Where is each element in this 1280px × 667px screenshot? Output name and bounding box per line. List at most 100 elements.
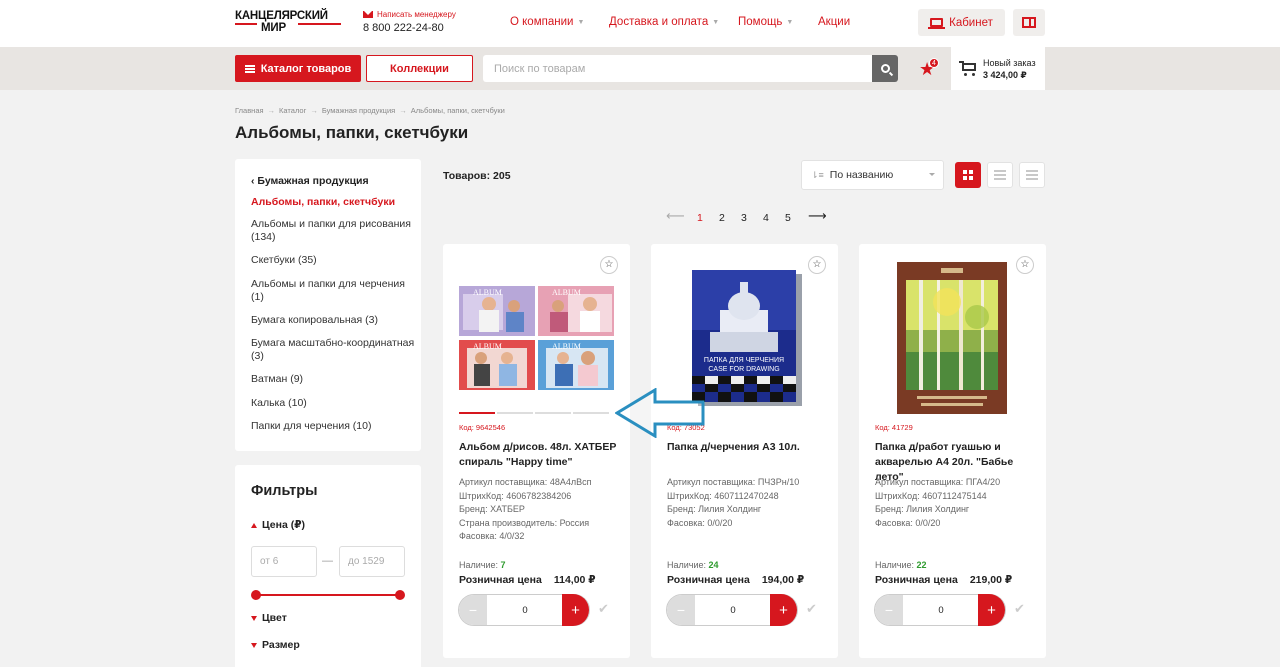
product-name[interactable]: Папка д/черчения А3 10л. (667, 440, 827, 455)
product-name[interactable]: Альбом д/рисов. 48л. ХАТБЕР спираль "Hap… (459, 440, 619, 470)
pagination-page[interactable]: 1 (697, 212, 703, 224)
nav-delivery[interactable]: Доставка и оплата ▼ (609, 16, 719, 28)
sidebar-item-drafting-folders[interactable]: Папки для черчения (10) (251, 420, 416, 433)
sidebar-item-drawing-albums[interactable]: Альбомы и папки для рисования (134) (251, 218, 416, 244)
view-grid-button[interactable] (955, 162, 981, 188)
breadcrumb: Главная → Каталог → Бумажная продукция →… (235, 106, 505, 115)
sidebar-item-tracing-paper[interactable]: Калька (10) (251, 397, 416, 410)
cabinet-label: Кабинет (949, 16, 993, 29)
pagination-page[interactable]: 2 (719, 212, 725, 224)
price-value: 219,00 ₽ (969, 574, 1013, 586)
image-carousel-indicator[interactable] (459, 412, 609, 414)
sidebar-item-albums-folders[interactable]: Альбомы, папки, скетчбуки (251, 196, 416, 209)
attr-country: Страна производитель: Россия (459, 517, 590, 528)
nav-promos[interactable]: Акции (818, 16, 850, 28)
pagination-page[interactable]: 3 (741, 212, 747, 224)
view-list-button[interactable] (987, 162, 1013, 188)
catalog-button[interactable]: Каталог товаров (235, 55, 361, 82)
quantity-increase-button[interactable]: + (770, 594, 797, 626)
pagination-page[interactable]: 4 (763, 212, 769, 224)
sidebar-toggle-button[interactable] (1013, 9, 1045, 36)
attr-barcode: ШтрихКод: 4607112470248 (667, 490, 779, 501)
breadcrumb-catalog[interactable]: Каталог (279, 106, 306, 115)
search-input[interactable] (483, 55, 872, 82)
quantity-stepper: − + (874, 594, 1006, 626)
write-manager-label: Написать менеджеру (377, 10, 456, 19)
album-cover-text: ALBUM (552, 342, 581, 351)
attr-barcode: ШтрихКод: 4606782384206 (459, 490, 572, 501)
folder-title-en: CASE FOR DRAWING (708, 366, 779, 373)
filter-color-toggle[interactable]: Цвет (251, 612, 287, 624)
search-button[interactable] (872, 55, 898, 82)
quantity-increase-button[interactable]: + (978, 594, 1005, 626)
checkmark-icon[interactable]: ✔ (806, 601, 817, 617)
quantity-stepper: − + (666, 594, 798, 626)
quantity-input[interactable] (695, 595, 771, 625)
logo-bar (298, 23, 341, 25)
nav-help[interactable]: Помощь ▼ (738, 16, 793, 28)
product-image[interactable]: ПАПКА ДЛЯ ЧЕРЧЕНИЯ CASE FOR DRAWING (690, 268, 802, 408)
price-from-input[interactable] (251, 546, 317, 577)
attr-brand: Бренд: ХАТБЕР (459, 504, 525, 515)
sidebar-item-whatman[interactable]: Ватман (9) (251, 373, 416, 386)
checkmark-icon[interactable]: ✔ (598, 601, 609, 617)
quantity-input[interactable] (487, 595, 563, 625)
nav-help-label: Помощь (738, 16, 783, 28)
cart-total: 3 424,00 ₽ (983, 70, 1027, 80)
price-label: Розничная цена (459, 574, 542, 586)
quantity-decrease-button[interactable]: − (667, 595, 695, 625)
price-range-separator: — (322, 555, 333, 567)
product-image[interactable]: ALBUM ALBUM ALBUM ALBUM (459, 286, 614, 390)
envelope-icon (363, 11, 373, 18)
nav-promos-label: Акции (818, 16, 851, 28)
favorite-star-icon[interactable]: ☆ (1016, 256, 1034, 274)
sidebar-back-link[interactable]: ‹ Бумажная продукция (251, 175, 416, 188)
price-row: Розничная цена 194,00 ₽ (667, 574, 804, 586)
collections-button[interactable]: Коллекции (366, 55, 473, 82)
checkmark-icon[interactable]: ✔ (1014, 601, 1025, 617)
menu-icon (244, 64, 255, 73)
attr-brand: Бренд: Лилия Холдинг (667, 504, 762, 515)
album-cover-text: ALBUM (473, 288, 502, 297)
quantity-decrease-button[interactable]: − (875, 595, 903, 625)
write-manager-link[interactable]: Написать менеджеру (363, 10, 456, 19)
cabinet-button[interactable]: Кабинет (918, 9, 1005, 36)
filter-price-toggle[interactable]: Цена (₽) (251, 519, 305, 531)
sort-select[interactable]: ⇂≡ По названию (801, 160, 944, 190)
pagination-prev-arrow[interactable]: ⟵ (666, 208, 685, 224)
filter-size-toggle[interactable]: Размер (251, 639, 300, 651)
favorite-star-icon[interactable]: ☆ (808, 256, 826, 274)
breadcrumb-paper[interactable]: Бумажная продукция (322, 106, 395, 115)
quantity-decrease-button[interactable]: − (459, 595, 487, 625)
site-logo[interactable]: КАНЦЕЛЯРСКИЙ МИР (235, 10, 341, 36)
laptop-icon (928, 18, 946, 29)
pagination-page[interactable]: 5 (785, 212, 791, 224)
quantity-increase-button[interactable]: + (562, 594, 589, 626)
caret-down-icon (251, 642, 257, 648)
sidebar-item-carbon-paper[interactable]: Бумага копировальная (3) (251, 314, 416, 327)
price-slider-max-handle[interactable] (395, 590, 405, 600)
list-icon (994, 170, 1006, 180)
nav-about[interactable]: О компании ▼ (510, 16, 584, 28)
price-to-input[interactable] (339, 546, 405, 577)
nav-delivery-label: Доставка и оплата (609, 16, 709, 28)
view-table-button[interactable] (1019, 162, 1045, 188)
product-image[interactable] (897, 262, 1007, 414)
pagination-next-arrow[interactable]: ⟶ (808, 208, 827, 224)
price-label: Розничная цена (875, 574, 958, 586)
sidebar-item-sketchbooks[interactable]: Скетбуки (35) (251, 254, 416, 267)
favorite-star-icon[interactable]: ☆ (600, 256, 618, 274)
logo-bar (235, 23, 257, 25)
breadcrumb-home[interactable]: Главная (235, 106, 264, 115)
price-slider-min-handle[interactable] (251, 590, 261, 600)
price-slider-track[interactable] (256, 594, 400, 596)
sidebar-item-graph-paper[interactable]: Бумага масштабно-координатная (3) (251, 337, 416, 363)
product-attributes: Артикул поставщика: 48А4лВсп ШтрихКод: 4… (459, 476, 619, 544)
sidebar-item-drafting-albums[interactable]: Альбомы и папки для черчения (1) (251, 278, 416, 304)
filter-size-label: Размер (262, 639, 300, 651)
sort-value: По названию (829, 169, 894, 181)
availability-label: Наличие: (875, 560, 917, 570)
quantity-input[interactable] (903, 595, 979, 625)
filter-price-label: Цена (₽) (262, 519, 306, 531)
phone-number[interactable]: 8 800 222-24-80 (363, 22, 456, 34)
